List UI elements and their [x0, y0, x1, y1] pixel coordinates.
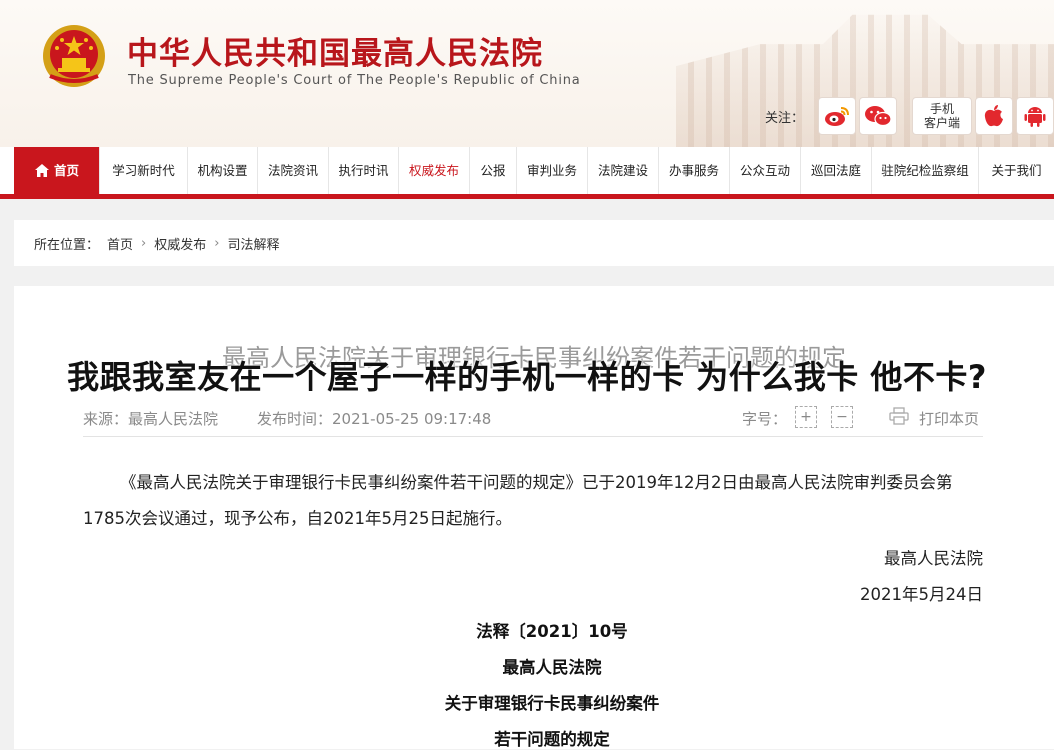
body-title-line3: 若干问题的规定: [494, 730, 610, 749]
weibo-button[interactable]: [818, 97, 856, 135]
breadcrumb-home[interactable]: 首页: [107, 234, 133, 253]
nav-item-structure[interactable]: 机构设置: [188, 147, 258, 194]
site-header: 中华人民共和国最高人民法院 The Supreme People's Court…: [0, 0, 1054, 147]
signature-org: 最高人民法院: [884, 549, 983, 568]
nav-item-construction[interactable]: 法院建设: [588, 147, 659, 194]
follow-label: 关注：: [765, 111, 805, 126]
nav-item-gazette[interactable]: 公报: [470, 147, 517, 194]
article-meta: 来源：最高人民法院 发布时间：2021-05-25 09:17:48 字号： +…: [83, 406, 983, 437]
mobile-label-line2: 客户端: [923, 116, 960, 130]
breadcrumb-judicial-interpretation[interactable]: 司法解释: [227, 234, 279, 253]
article-source: 来源：最高人民法院: [83, 410, 219, 428]
body-title-line1: 最高人民法院: [502, 658, 602, 677]
mobile-label-line1: 手机: [929, 102, 954, 116]
font-decrease-button[interactable]: −: [831, 406, 853, 428]
national-emblem-icon[interactable]: [40, 22, 108, 90]
site-title[interactable]: 中华人民共和国最高人民法院: [127, 28, 543, 73]
apple-button[interactable]: [975, 97, 1013, 135]
nav-item-discipline[interactable]: 驻院纪检监察组: [872, 147, 979, 194]
weibo-icon: [825, 107, 849, 126]
nav-item-services[interactable]: 办事服务: [659, 147, 730, 194]
home-icon: [34, 164, 49, 177]
nav-item-interaction[interactable]: 公众互动: [730, 147, 801, 194]
android-icon: [1024, 107, 1046, 127]
nav-item-circuit[interactable]: 巡回法庭: [801, 147, 872, 194]
signature-date: 2021年5月24日: [860, 585, 983, 604]
nav-item-execution[interactable]: 执行时讯: [329, 147, 399, 194]
android-button[interactable]: [1016, 97, 1054, 135]
overlay-headline: 我跟我室友在一个屋子一样的手机一样的卡 为什么我卡 他不卡?: [67, 358, 987, 396]
site-subtitle: The Supreme People's Court of The People…: [128, 73, 581, 88]
article-publish-time: 发布时间：2021-05-25 09:17:48: [257, 410, 492, 428]
chevron-right-icon: ›: [214, 235, 220, 251]
article-paragraph: 《最高人民法院关于审理银行卡民事纠纷案件若干问题的规定》已于2019年12月2日…: [83, 473, 953, 528]
nav-item-trial[interactable]: 审判业务: [517, 147, 588, 194]
nav-item-about[interactable]: 关于我们: [979, 147, 1054, 194]
wechat-icon: [865, 106, 892, 127]
chevron-right-icon: ›: [141, 235, 147, 251]
print-page-link[interactable]: 打印本页: [919, 408, 979, 429]
apple-icon: [984, 105, 1003, 127]
breadcrumb-label: 所在位置：: [34, 237, 100, 253]
mobile-client-button[interactable]: 手机 客户端: [912, 97, 972, 135]
body-title-line2: 关于审理银行卡民事纠纷案件: [444, 694, 660, 713]
nav-item-study[interactable]: 学习新时代: [100, 147, 188, 194]
wechat-button[interactable]: [859, 97, 897, 135]
main-nav: 首页 学习新时代 机构设置 法院资讯 执行时讯 权威发布 公报 审判业务 法院建…: [0, 147, 1054, 199]
font-size-label: 字号：: [742, 410, 788, 428]
breadcrumb-releases[interactable]: 权威发布: [154, 234, 206, 253]
breadcrumb: 所在位置： 首页 › 权威发布 › 司法解释: [14, 220, 1054, 266]
nav-item-news[interactable]: 法院资讯: [258, 147, 329, 194]
print-icon[interactable]: [889, 407, 909, 425]
font-increase-button[interactable]: +: [795, 406, 817, 428]
doc-number: 法释〔2021〕10号: [476, 622, 628, 641]
nav-item-home[interactable]: 首页: [14, 147, 100, 194]
nav-item-label: 首页: [53, 163, 79, 178]
nav-item-releases[interactable]: 权威发布: [399, 147, 470, 194]
